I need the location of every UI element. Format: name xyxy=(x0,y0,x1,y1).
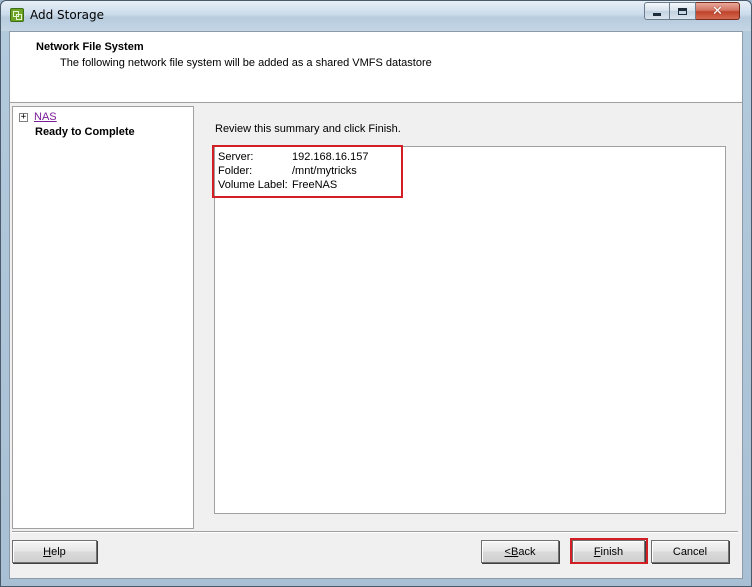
wizard-steps-panel: + NAS Ready to Complete xyxy=(12,106,194,529)
minimize-button[interactable] xyxy=(644,2,670,20)
help-button[interactable]: Help xyxy=(12,540,97,563)
header-title: Network File System xyxy=(36,41,144,53)
finish-highlight-box xyxy=(570,538,648,564)
help-label-rest: elp xyxy=(51,545,66,558)
wizard-client-area: Network File System The following networ… xyxy=(9,31,743,579)
wizard-header: Network File System The following networ… xyxy=(10,32,742,103)
close-button[interactable]: ✕ xyxy=(696,2,740,20)
review-instruction: Review this summary and click Finish. xyxy=(215,123,401,135)
vsphere-app-icon xyxy=(10,8,24,22)
add-storage-window: Add Storage ✕ Network File System The fo… xyxy=(0,0,752,587)
step-ready-to-complete: Ready to Complete xyxy=(35,126,135,138)
back-label-rest: ack xyxy=(518,545,536,558)
button-divider xyxy=(12,531,738,533)
cancel-button[interactable]: Cancel xyxy=(651,540,729,563)
maximize-button[interactable] xyxy=(670,2,696,20)
help-mnemonic: H xyxy=(43,545,52,558)
expand-plus-icon[interactable]: + xyxy=(19,113,28,122)
summary-highlight-box xyxy=(212,145,403,198)
summary-box: Server: 192.168.16.157 Folder: /mnt/mytr… xyxy=(214,146,726,514)
window-title: Add Storage xyxy=(30,8,104,22)
header-subtitle: The following network file system will b… xyxy=(60,57,432,69)
close-icon: ✕ xyxy=(712,3,723,19)
cancel-label: Cancel xyxy=(672,545,708,558)
title-bar[interactable]: Add Storage ✕ xyxy=(1,1,751,31)
back-button[interactable]: < Back xyxy=(481,540,559,563)
maximize-icon xyxy=(678,7,687,15)
step-nas-link[interactable]: NAS xyxy=(34,111,57,123)
minimize-icon xyxy=(653,12,661,16)
back-mnemonic: B xyxy=(510,545,519,558)
